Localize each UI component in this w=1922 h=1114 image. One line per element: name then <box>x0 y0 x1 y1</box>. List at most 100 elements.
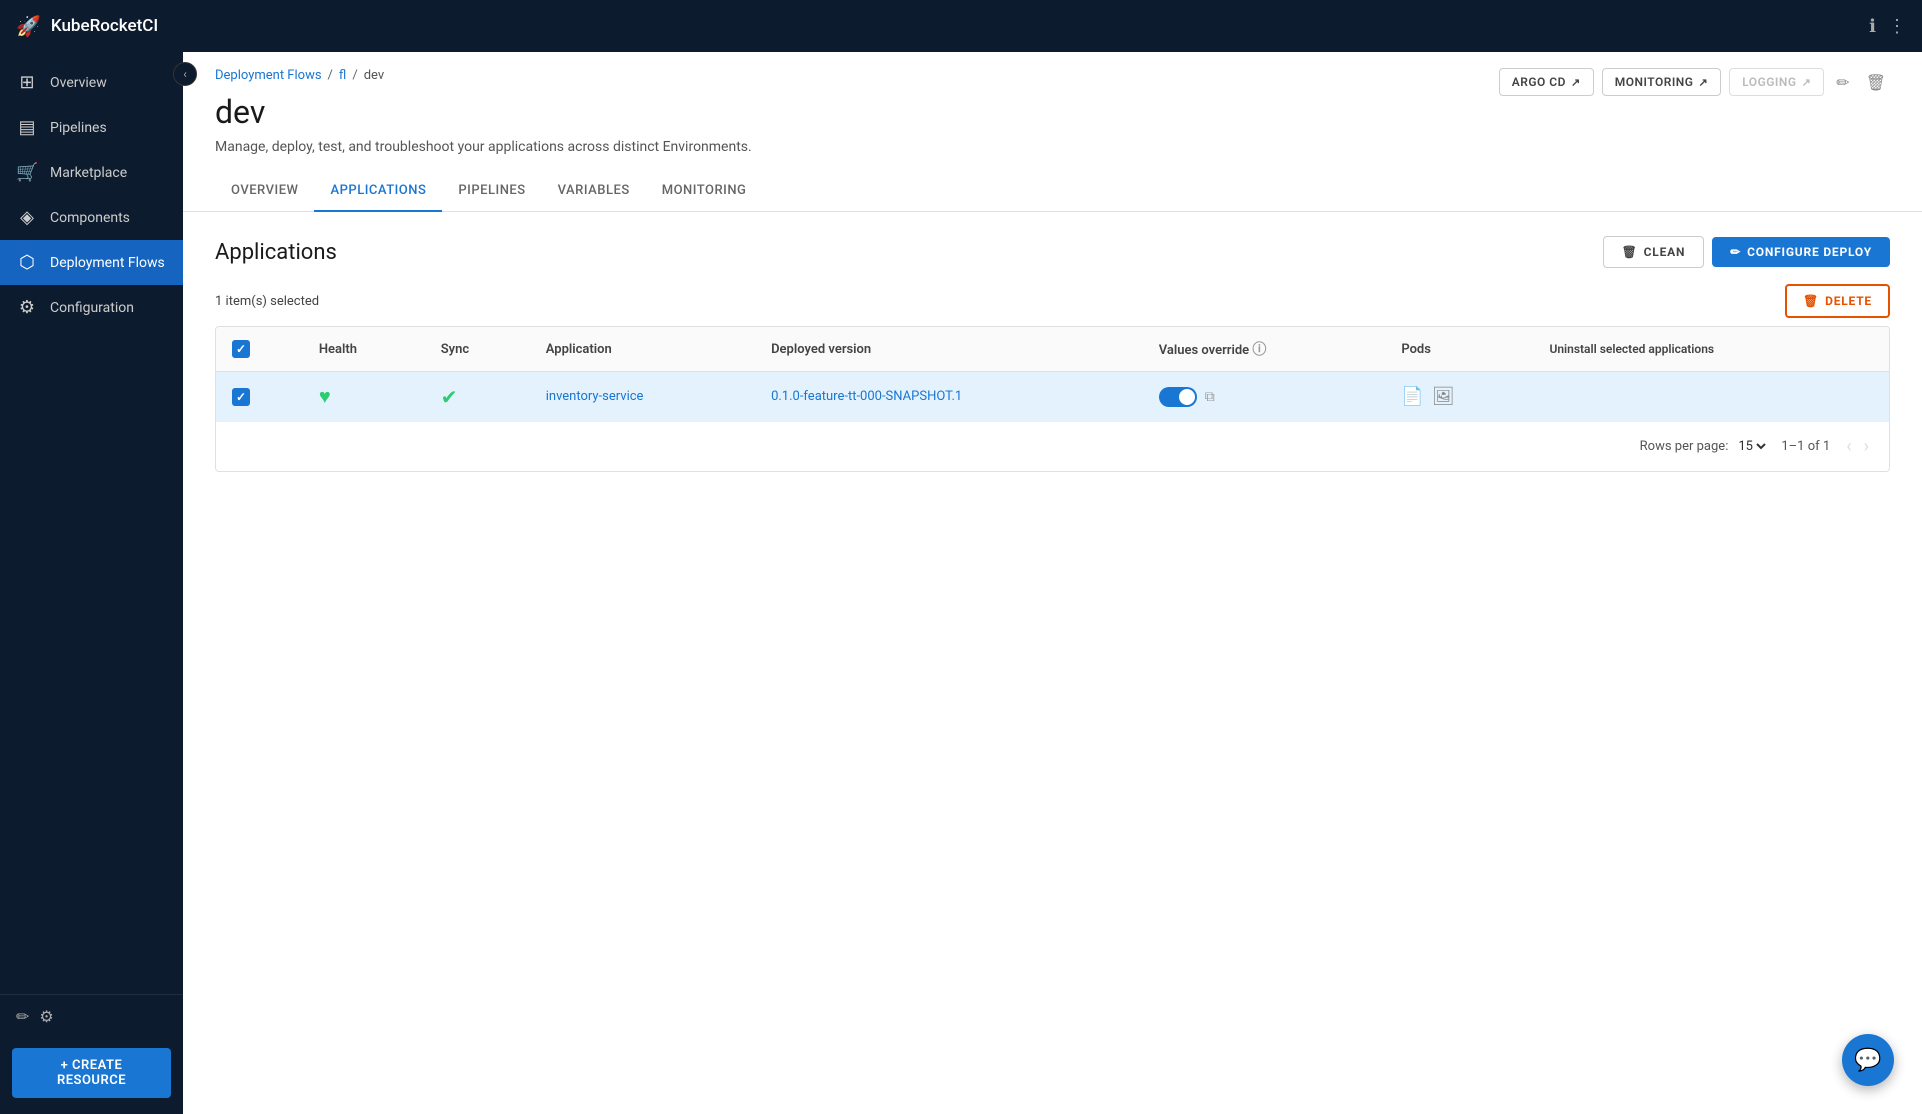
clean-button[interactable]: 🗑 CLEAN <box>1603 236 1705 268</box>
section-title: Applications <box>215 240 337 265</box>
delete-label: DELETE <box>1825 294 1872 308</box>
page-subtitle: Manage, deploy, test, and troubleshoot y… <box>215 139 1890 155</box>
tab-pipelines[interactable]: PIPELINES <box>442 171 541 212</box>
edit-page-icon[interactable]: ✏ <box>1832 69 1853 96</box>
col-values-override: Values override ⓘ <box>1143 327 1386 372</box>
edit-icon[interactable]: ✏ <box>16 1007 29 1026</box>
row-sync-cell: ✔ <box>425 372 530 422</box>
table-container: Health Sync Application Deployed version… <box>215 326 1890 472</box>
delete-icon: 🗑 <box>1803 294 1819 308</box>
argo-cd-button[interactable]: ARGO CD ↗ <box>1499 68 1594 96</box>
tab-variables[interactable]: VARIABLES <box>542 171 646 212</box>
selection-bar: 1 item(s) selected 🗑 DELETE <box>215 284 1890 318</box>
sidebar-item-deployment-flows[interactable]: ⬡ Deployment Flows <box>0 240 183 285</box>
chat-fab[interactable]: 💬 <box>1842 1034 1894 1086</box>
col-application: Application <box>530 327 755 372</box>
table-body: ♥ ✔ inventory-service 0.1.0-feature-tt-0… <box>216 372 1889 422</box>
row-values-override-cell: ⧉ <box>1143 372 1386 422</box>
sidebar-nav: ⊞ Overview ▤ Pipelines 🛒 Marketplace ◈ C… <box>0 52 183 994</box>
pod-icons: 📄 🖼 <box>1401 386 1517 407</box>
selection-count: 1 item(s) selected <box>215 294 319 309</box>
content: Deployment Flows / fl / dev dev ARGO CD … <box>183 52 1922 1114</box>
table-header: Health Sync Application Deployed version… <box>216 327 1889 372</box>
sidebar-item-label: Deployment Flows <box>50 255 165 271</box>
sidebar-bottom: ✏ ⚙ <box>0 994 183 1038</box>
sidebar-item-components[interactable]: ◈ Components <box>0 195 183 240</box>
overview-icon: ⊞ <box>16 72 38 93</box>
delete-button[interactable]: 🗑 DELETE <box>1785 284 1890 318</box>
pagination: Rows per page: 15 25 50 1–1 of 1 ‹ › <box>216 422 1889 471</box>
sidebar-toggle[interactable]: ‹ <box>173 62 197 86</box>
page-header: Deployment Flows / fl / dev dev ARGO CD … <box>183 52 1922 155</box>
section-header: Applications 🗑 CLEAN ✏ CONFIGURE DEPLOY <box>215 236 1890 268</box>
pod-doc-icon[interactable]: 📄 <box>1401 386 1423 407</box>
monitoring-label: MONITORING <box>1615 75 1694 89</box>
sidebar-item-label: Configuration <box>50 300 134 316</box>
col-deployed-version: Deployed version <box>755 327 1143 372</box>
tabs: OVERVIEW APPLICATIONS PIPELINES VARIABLE… <box>183 171 1922 212</box>
monitoring-ext-icon: ↗ <box>1698 76 1708 89</box>
select-all-checkbox[interactable] <box>232 340 250 358</box>
pagination-nav: ‹ › <box>1842 434 1873 459</box>
row-checkbox[interactable] <box>232 388 250 406</box>
logging-label: LOGGING <box>1742 75 1796 89</box>
components-icon: ◈ <box>16 207 38 228</box>
logging-button[interactable]: LOGGING ↗ <box>1729 68 1824 96</box>
page-title: dev <box>215 93 384 131</box>
marketplace-icon: 🛒 <box>16 162 38 183</box>
argo-cd-ext-icon: ↗ <box>1571 76 1581 89</box>
row-pods-cell: 📄 🖼 <box>1385 372 1533 422</box>
sidebar-item-pipelines[interactable]: ▤ Pipelines <box>0 105 183 150</box>
breadcrumb-current: dev <box>364 68 384 83</box>
breadcrumb-deployment-flows[interactable]: Deployment Flows <box>215 68 322 83</box>
col-uninstall: Uninstall selected applications <box>1533 327 1889 372</box>
configuration-icon: ⚙ <box>16 297 38 318</box>
topbar: 🚀 KubeRocketCI ℹ ⋮ <box>0 0 1922 52</box>
configure-deploy-button[interactable]: ✏ CONFIGURE DEPLOY <box>1712 237 1890 267</box>
tab-monitoring[interactable]: MONITORING <box>646 171 763 212</box>
col-pods: Pods <box>1385 327 1533 372</box>
row-checkbox-cell <box>216 372 303 422</box>
monitoring-button[interactable]: MONITORING ↗ <box>1602 68 1722 96</box>
application-link[interactable]: inventory-service <box>546 389 644 404</box>
more-icon[interactable]: ⋮ <box>1888 16 1906 37</box>
row-health-cell: ♥ <box>303 372 425 422</box>
sidebar: ‹ ⊞ Overview ▤ Pipelines 🛒 Marketplace ◈… <box>0 52 183 1114</box>
deployment-flows-icon: ⬡ <box>16 252 38 273</box>
topbar-left: 🚀 KubeRocketCI <box>16 14 158 38</box>
breadcrumb: Deployment Flows / fl / dev dev <box>215 68 384 131</box>
breadcrumb-nav: Deployment Flows / fl / dev <box>215 68 384 83</box>
breadcrumb-fl[interactable]: fl <box>339 68 346 83</box>
sidebar-item-overview[interactable]: ⊞ Overview <box>0 60 183 105</box>
page-title-row: Deployment Flows / fl / dev dev ARGO CD … <box>215 68 1890 131</box>
values-override-label: Values override <box>1159 343 1249 358</box>
col-checkbox <box>216 327 303 372</box>
sidebar-item-marketplace[interactable]: 🛒 Marketplace <box>0 150 183 195</box>
values-override-ext-icon[interactable]: ⧉ <box>1205 389 1215 405</box>
clean-label: CLEAN <box>1644 245 1686 259</box>
sidebar-item-label: Marketplace <box>50 165 127 181</box>
app-title: KubeRocketCI <box>51 16 158 36</box>
logging-ext-icon: ↗ <box>1802 76 1812 89</box>
info-icon[interactable]: ℹ <box>1869 16 1876 37</box>
delete-page-icon[interactable]: 🗑 <box>1862 69 1890 96</box>
create-resource-button[interactable]: + CREATE RESOURCE <box>12 1048 171 1098</box>
configure-deploy-label: CONFIGURE DEPLOY <box>1747 245 1872 259</box>
tab-overview[interactable]: OVERVIEW <box>215 171 314 212</box>
next-page-button[interactable]: › <box>1860 434 1873 459</box>
sidebar-item-configuration[interactable]: ⚙ Configuration <box>0 285 183 330</box>
uninstall-hint: Uninstall selected applications <box>1549 342 1722 356</box>
pod-img-icon[interactable]: 🖼 <box>1432 386 1455 407</box>
rows-per-page-select[interactable]: 15 25 50 <box>1734 438 1769 455</box>
prev-page-button[interactable]: ‹ <box>1842 434 1855 459</box>
page-actions: ARGO CD ↗ MONITORING ↗ LOGGING ↗ ✏ 🗑 <box>1499 68 1890 96</box>
version-text: 0.1.0-feature-tt-000-SNAPSHOT.1 <box>771 389 962 404</box>
settings-icon[interactable]: ⚙ <box>39 1007 53 1026</box>
values-override-toggle[interactable] <box>1159 387 1197 407</box>
breadcrumb-sep-2: / <box>352 68 357 83</box>
applications-section: Applications 🗑 CLEAN ✏ CONFIGURE DEPLOY … <box>183 212 1922 496</box>
table-row: ♥ ✔ inventory-service 0.1.0-feature-tt-0… <box>216 372 1889 422</box>
values-override-info-icon[interactable]: ⓘ <box>1252 342 1266 358</box>
tab-applications[interactable]: APPLICATIONS <box>314 171 442 212</box>
health-icon: ♥ <box>319 384 331 408</box>
